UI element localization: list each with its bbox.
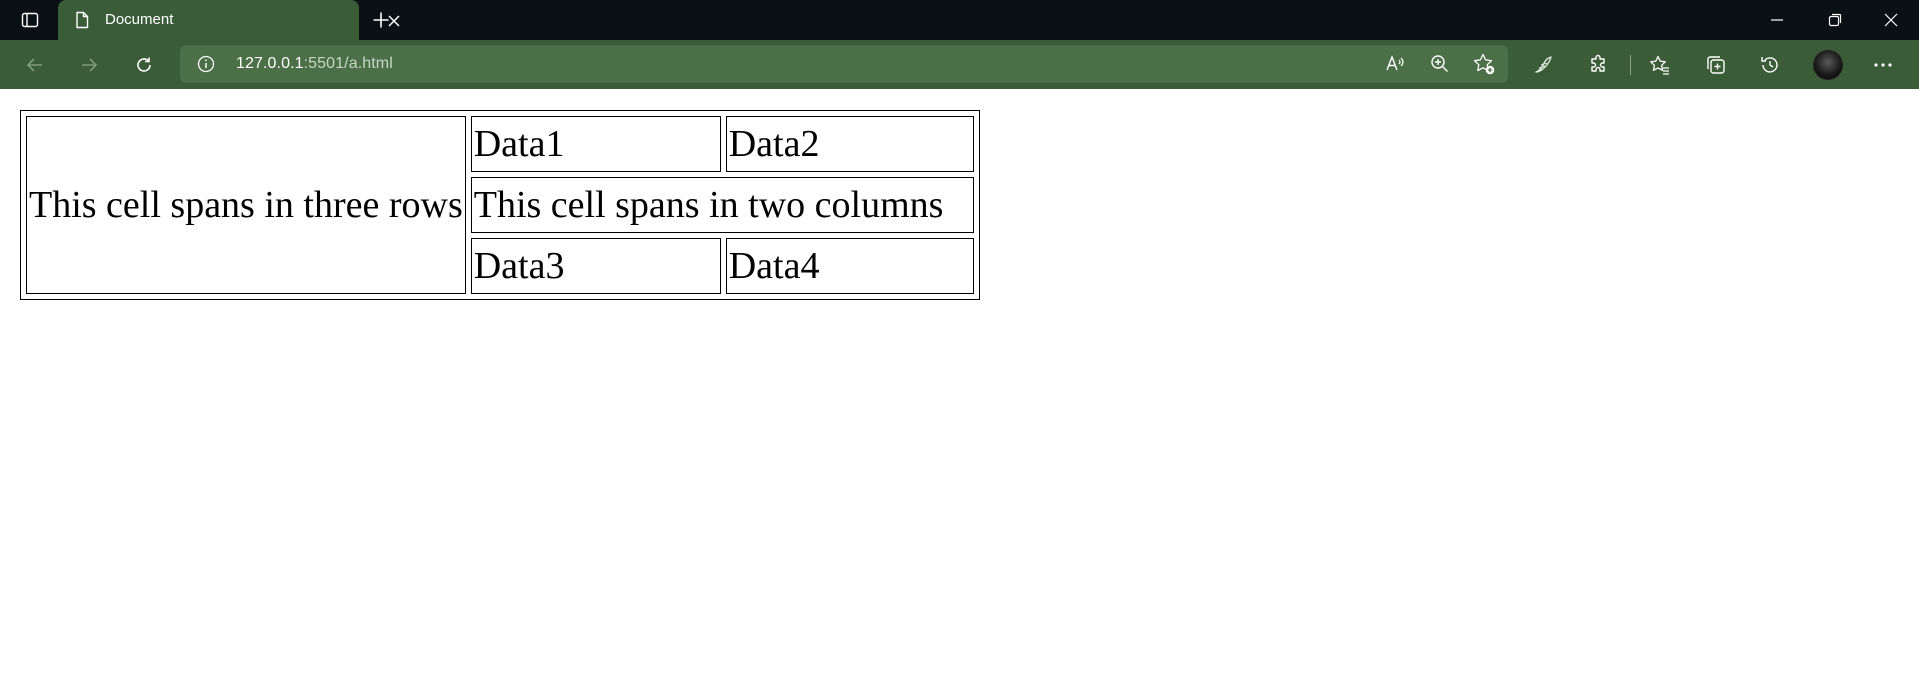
url-host: 127.0.0.1 — [236, 55, 304, 72]
read-aloud-icon[interactable] — [1381, 50, 1409, 78]
col-span-cell: This cell spans in two columns — [470, 177, 974, 233]
table-cell: Data1 — [470, 116, 721, 172]
close-window-icon[interactable] — [1871, 4, 1911, 36]
collections-icon[interactable] — [1699, 48, 1733, 82]
info-icon[interactable] — [196, 54, 216, 74]
table-row: This cell spans in three rows Data1 Data… — [26, 116, 974, 294]
table-cell: Data4 — [725, 238, 974, 294]
favorites-icon[interactable] — [1643, 48, 1677, 82]
copilot-icon[interactable] — [1527, 48, 1561, 82]
restore-icon[interactable] — [1815, 4, 1855, 36]
zoom-icon[interactable] — [1426, 50, 1454, 78]
address-bar[interactable]: 127.0.0.1:5501/a.html — [180, 45, 1508, 83]
minimize-icon[interactable] — [1757, 4, 1797, 36]
back-icon[interactable] — [18, 48, 52, 82]
page-content: This cell spans in three rows Data1 Data… — [0, 89, 1919, 686]
profile-avatar[interactable] — [1810, 47, 1846, 83]
forward-icon[interactable] — [72, 48, 106, 82]
title-bar: Document — [0, 0, 1919, 40]
new-tab-button[interactable] — [365, 4, 397, 36]
toolbar-divider — [1630, 55, 1631, 75]
more-options-icon[interactable] — [1866, 48, 1900, 82]
browser-toolbar: 127.0.0.1:5501/a.html — [0, 40, 1919, 89]
table-cell: Data3 — [470, 238, 721, 294]
tab-actions-icon[interactable] — [12, 5, 48, 35]
tab-title: Document — [105, 11, 174, 28]
avatar — [1813, 50, 1843, 80]
url-text[interactable]: 127.0.0.1:5501/a.html — [236, 54, 393, 74]
span-table: This cell spans in three rows Data1 Data… — [20, 110, 980, 300]
page-icon — [72, 10, 92, 30]
tab-document[interactable]: Document — [58, 0, 400, 40]
url-path: :5501/a.html — [303, 55, 393, 72]
history-icon[interactable] — [1753, 48, 1787, 82]
table-cell: Data2 — [725, 116, 974, 172]
refresh-icon[interactable] — [127, 48, 161, 82]
row-span-cell: This cell spans in three rows — [26, 116, 466, 294]
add-favorite-icon[interactable] — [1470, 50, 1498, 78]
extensions-icon[interactable] — [1582, 48, 1616, 82]
